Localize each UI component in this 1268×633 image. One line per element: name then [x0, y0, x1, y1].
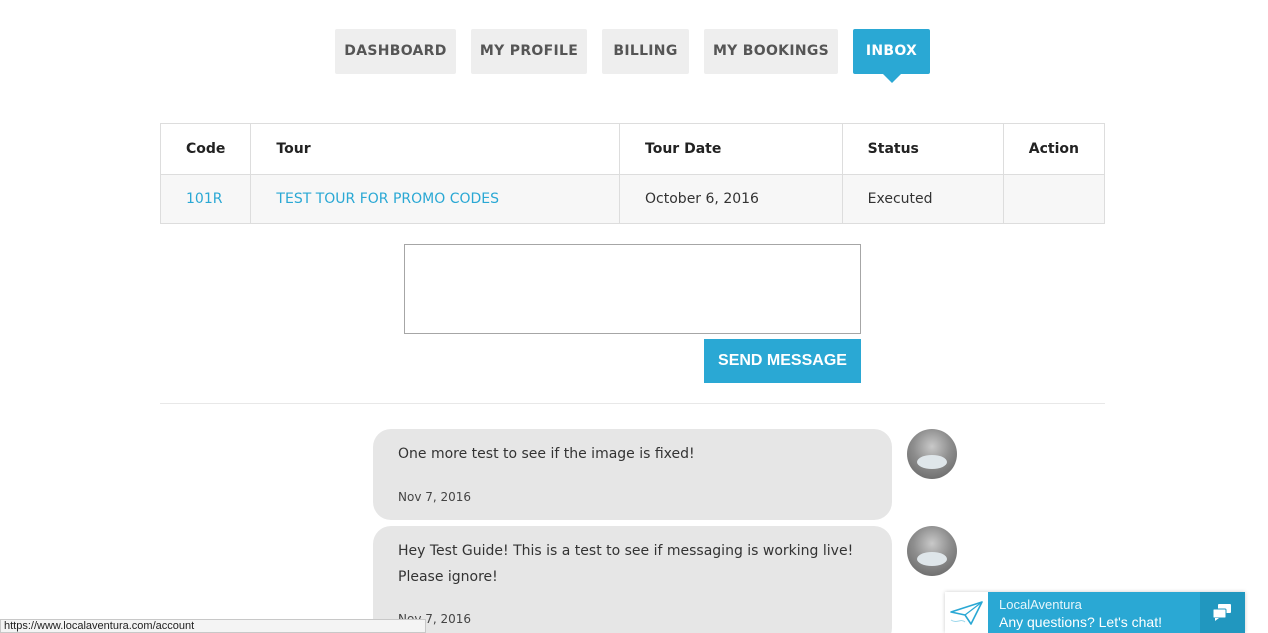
tab-my-bookings[interactable]: MY BOOKINGS	[704, 29, 838, 74]
tour-name-cell: TEST TOUR FOR PROMO CODES	[250, 174, 621, 224]
status-cell: Executed	[841, 174, 1004, 224]
send-message-button[interactable]: SEND MESSAGE	[704, 339, 861, 383]
booking-code-cell: 101R	[159, 174, 252, 224]
column-header-tour-date: Tour Date	[619, 123, 843, 175]
bookings-table: Code Tour Tour Date Status Action 101R T…	[159, 123, 1106, 224]
table-row: 101R TEST TOUR FOR PROMO CODES October 6…	[159, 174, 1106, 224]
action-cell	[1002, 174, 1106, 224]
message-bubble: Hey Test Guide! This is a test to see if…	[373, 526, 892, 633]
tab-inbox[interactable]: INBOX	[853, 29, 930, 83]
tab-billing[interactable]: BILLING	[602, 29, 689, 74]
avatar	[907, 429, 957, 479]
chat-widget[interactable]: LocalAventura Any questions? Let's chat!	[945, 592, 1245, 633]
message-text: One more test to see if the image is fix…	[398, 446, 695, 462]
tour-name-link[interactable]: TEST TOUR FOR PROMO CODES	[276, 191, 499, 207]
tour-date-cell: October 6, 2016	[619, 174, 843, 224]
account-tabs: DASHBOARD MY PROFILE BILLING MY BOOKINGS…	[0, 29, 1268, 89]
column-header-action: Action	[1002, 123, 1106, 175]
chat-tagline: Any questions? Let's chat!	[999, 614, 1162, 630]
chat-bubbles-icon[interactable]	[1200, 592, 1245, 633]
message-date: Nov 7, 2016	[398, 490, 472, 504]
tab-dashboard[interactable]: DASHBOARD	[335, 29, 456, 74]
column-header-tour: Tour	[250, 123, 621, 175]
column-header-code: Code	[159, 123, 252, 175]
tab-my-profile[interactable]: MY PROFILE	[471, 29, 587, 74]
browser-status-url: https://www.localaventura.com/account	[0, 619, 426, 633]
message-input[interactable]	[404, 244, 861, 334]
avatar	[907, 526, 957, 576]
divider	[160, 403, 1105, 404]
column-header-status: Status	[841, 123, 1004, 175]
message-text: Hey Test Guide! This is a test to see if…	[398, 543, 854, 585]
chat-brand-name: LocalAventura	[999, 597, 1082, 612]
message-bubble: One more test to see if the image is fix…	[373, 429, 892, 520]
paper-plane-icon	[945, 592, 988, 633]
booking-code-link[interactable]: 101R	[186, 191, 222, 207]
table-header-row: Code Tour Tour Date Status Action	[159, 123, 1106, 175]
